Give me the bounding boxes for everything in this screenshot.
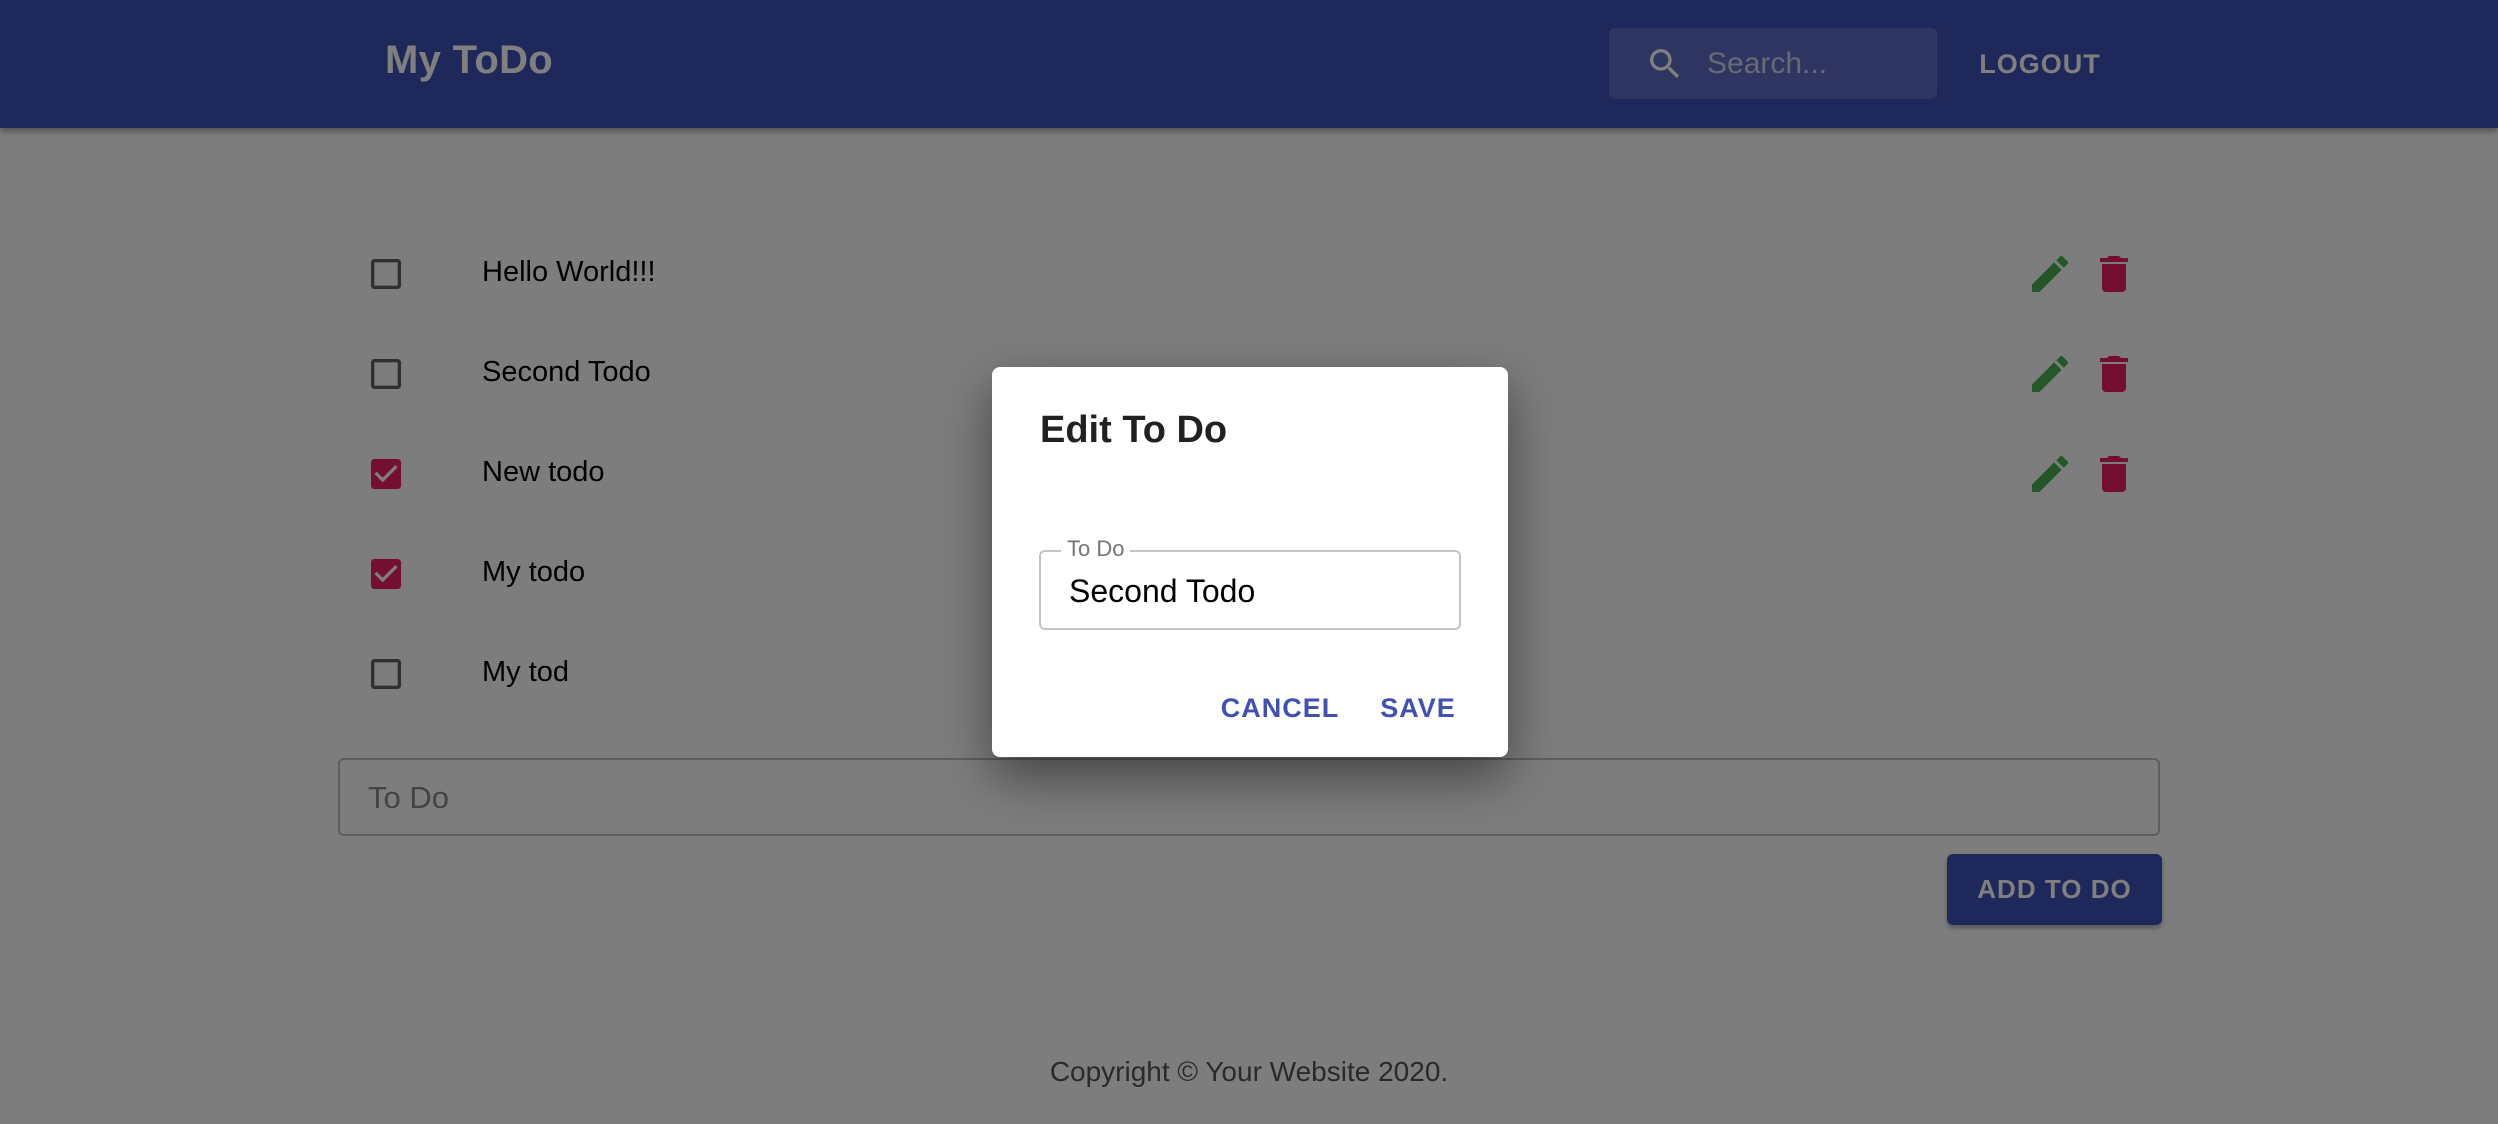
save-button[interactable]: SAVE	[1368, 683, 1468, 733]
todo-edit-input[interactable]	[1067, 566, 1441, 616]
cancel-button[interactable]: CANCEL	[1210, 683, 1350, 733]
todo-edit-field-label: To Do	[1061, 536, 1131, 562]
dialog-title: Edit To Do	[1040, 409, 1228, 451]
edit-todo-dialog: Edit To Do To Do CANCEL SAVE	[992, 367, 1508, 757]
todo-edit-field[interactable]: To Do	[1039, 536, 1461, 630]
